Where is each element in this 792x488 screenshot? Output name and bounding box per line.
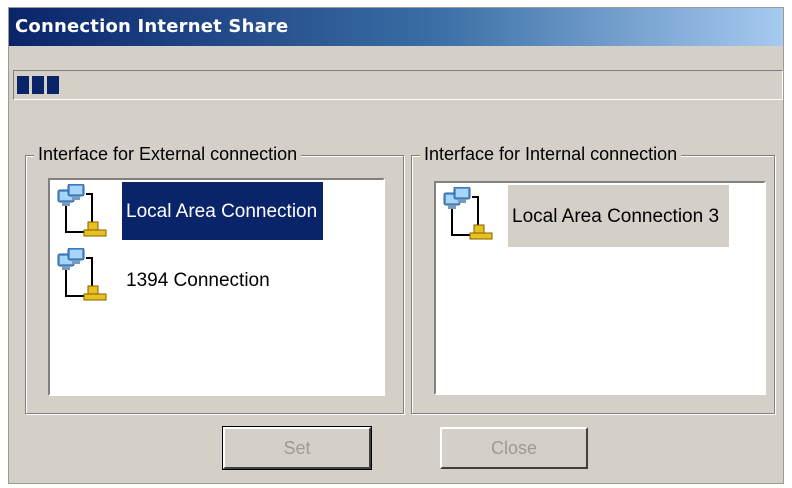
external-group-legend: Interface for External connection (34, 144, 302, 165)
internal-interface-group: Interface for Internal connection Local … (411, 144, 775, 414)
progress-block (47, 76, 59, 94)
window-title: Connection Internet Share (15, 16, 289, 37)
item-label: Local Area Connection 3 (508, 185, 730, 247)
external-item-1394-connection[interactable]: 1394 Connection (52, 246, 382, 308)
progress-bar (13, 70, 783, 100)
set-button[interactable]: Set (222, 426, 372, 470)
item-label: 1394 Connection (126, 270, 270, 291)
network-connection-icon (54, 183, 118, 240)
external-interface-list[interactable]: Local Area Connection 1394 Connection (48, 178, 385, 396)
internal-item-local-area-connection-3[interactable]: Local Area Connection 3 (438, 185, 768, 247)
network-connection-icon (54, 247, 118, 304)
progress-block (32, 76, 44, 94)
title-bar[interactable]: Connection Internet Share (9, 8, 783, 46)
network-connection-icon (440, 186, 504, 243)
dialog-window: Connection Internet Share Interface for … (8, 7, 784, 484)
internal-group-legend: Interface for Internal connection (420, 144, 682, 165)
internal-interface-list[interactable]: Local Area Connection 3 (434, 181, 766, 395)
item-label: Local Area Connection (122, 182, 324, 240)
progress-fill (17, 76, 62, 94)
close-button[interactable]: Close (440, 427, 588, 469)
external-item-local-area-connection[interactable]: Local Area Connection (52, 182, 382, 244)
progress-block (17, 76, 29, 94)
external-interface-group: Interface for External connection Local … (25, 144, 404, 414)
